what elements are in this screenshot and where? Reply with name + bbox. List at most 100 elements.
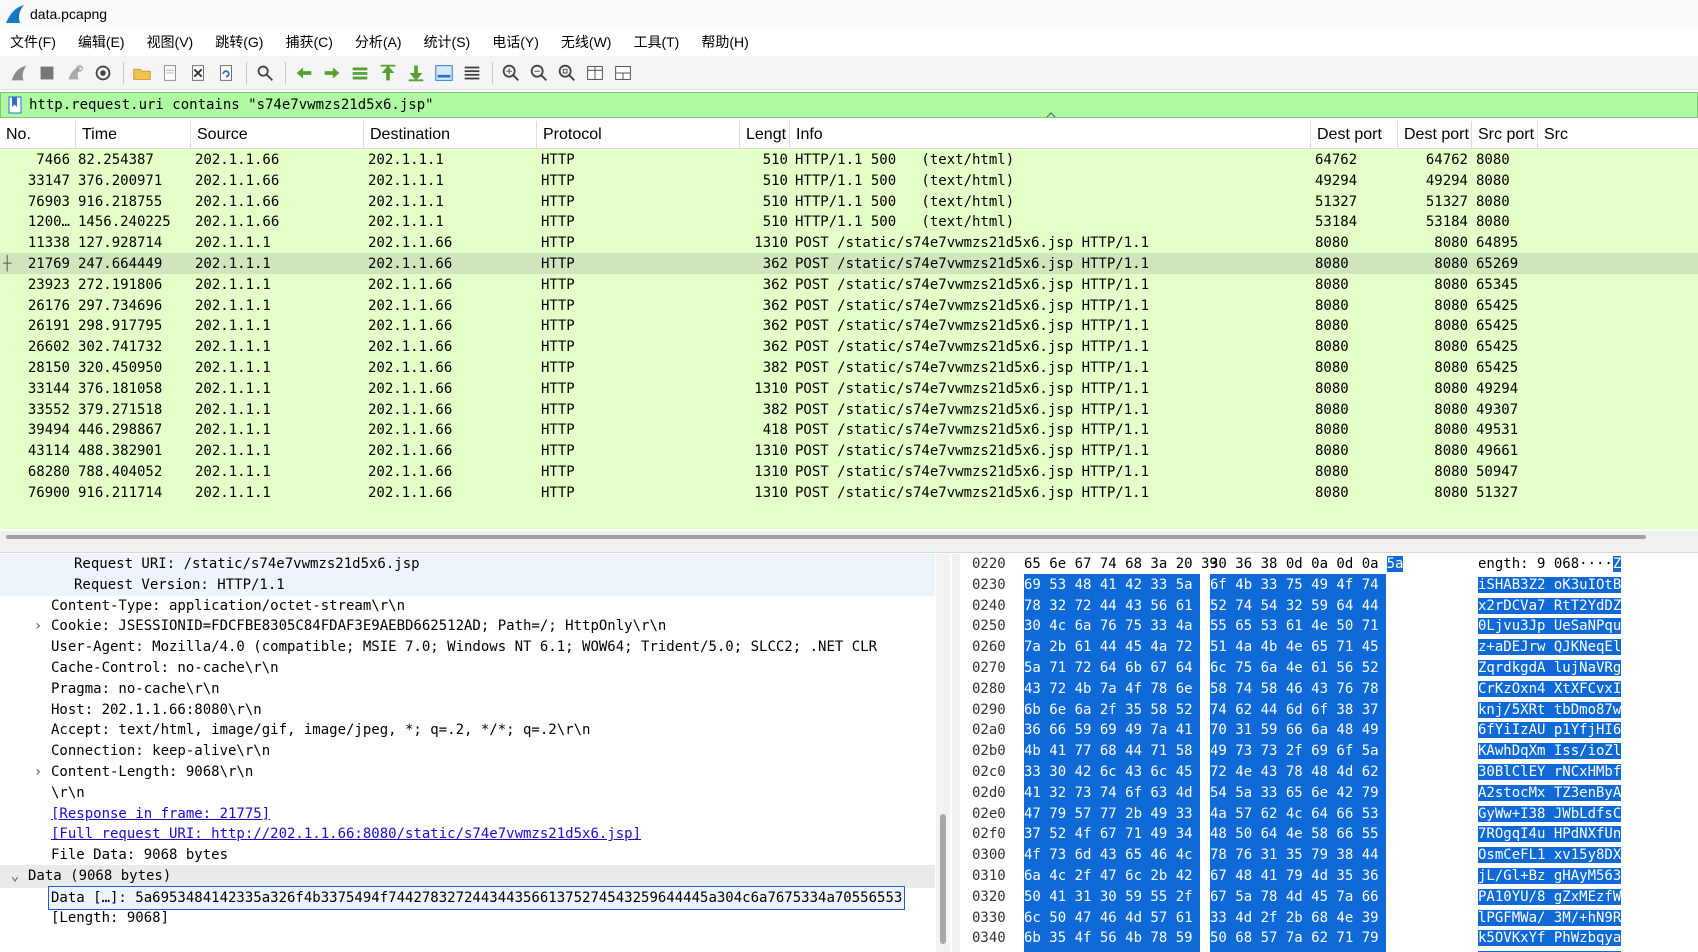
packet-row[interactable]: 26176 297.734696 202.1.1.1 202.1.1.66 HTTP 36… — [0, 294, 1698, 318]
hex-row[interactable]: 02d0 41 32 73 74 6f 63 4d 78 54 5a 33 65 6… — [962, 781, 1698, 805]
detail-link[interactable]: [Response in frame: 21775] — [51, 803, 270, 825]
packet-row[interactable]: 33144 376.181058 202.1.1.1 202.1.1.66 HTTP 13… — [0, 377, 1698, 401]
forward-arrow-icon[interactable] — [319, 60, 345, 86]
detail-row[interactable]: [Length: 9068] — [0, 907, 935, 930]
detail-row[interactable]: › Content-Length: 9068\r\n — [0, 761, 935, 784]
hex-bytes-left[interactable]: 65 6e 67 74 68 3a 20 39 — [1024, 554, 1218, 575]
menu-item-8[interactable]: 无线(W) — [561, 32, 612, 52]
hex-bytes-right[interactable]: 49 73 73 2f 69 6f 5a 6c — [1210, 740, 1404, 763]
ascii-text[interactable]: PA10YU/8 gZxMEzfW — [1478, 886, 1638, 908]
menu-item-0[interactable]: 文件(F) — [10, 32, 56, 52]
ascii-text[interactable]: KAwhDqXm Iss/ioZl — [1478, 740, 1638, 762]
hex-bytes-right[interactable]: 55 65 53 61 4e 50 71 75 — [1210, 615, 1404, 638]
menu-item-2[interactable]: 视图(V) — [147, 32, 194, 52]
autoscroll-icon[interactable] — [431, 60, 457, 86]
ascii-text[interactable]: CrKzOxn4 XtXFCvxI — [1478, 678, 1638, 700]
scroll-thumb[interactable] — [6, 535, 1646, 539]
hex-row[interactable]: 0270 5a 71 72 64 6b 67 64 41 6c 75 6a 4e 6… — [962, 657, 1698, 680]
hex-row[interactable]: 02e0 47 79 57 77 2b 49 33 38 4a 57 62 4c 6… — [962, 802, 1698, 826]
hex-bytes-right[interactable]: 67 48 41 79 4d 35 36 33 — [1210, 865, 1404, 887]
ascii-text[interactable]: 7ROgqI4u HPdNXfUn — [1478, 823, 1638, 845]
packet-row[interactable]: 28150 320.450950 202.1.1.1 202.1.1.66 HTTP 38… — [0, 357, 1698, 380]
column-header-source[interactable]: Source — [191, 121, 364, 149]
hex-row[interactable]: 0330 6c 50 47 46 4d 57 61 2f 33 4d 2f 2b 6… — [962, 906, 1698, 930]
hex-bytes-left[interactable]: 7a 2b 61 44 45 4a 72 77 — [1024, 636, 1218, 659]
go-to-packet-icon[interactable] — [347, 60, 373, 86]
hex-bytes-left[interactable]: 36 66 59 69 49 7a 41 55 — [1024, 719, 1218, 742]
detail-row[interactable]: Host: 202.1.1.66:8080\r\n — [0, 699, 935, 722]
column-header-src-port[interactable]: Src port — [1472, 121, 1538, 149]
menu-item-9[interactable]: 工具(T) — [633, 32, 679, 52]
hex-bytes-right[interactable]: 6c 75 6a 4e 61 56 52 67 — [1210, 657, 1404, 679]
packet-row[interactable]: ┼ 21769 247.664449 202.1.1.1 202.1.1.66 HTTP 3… — [0, 253, 1698, 276]
detail-row[interactable]: Request URI: /static/s74e7vwmzs21d5x6.js… — [0, 554, 935, 576]
hex-bytes-left[interactable]: 5a 71 72 64 6b 67 64 41 — [1024, 657, 1218, 679]
ascii-text[interactable]: ZqrdkgdA lujNaVRg — [1478, 657, 1638, 679]
detail-row[interactable]: ⌄ Data (9068 bytes) — [0, 865, 935, 888]
close-file-icon[interactable] — [185, 60, 211, 86]
packet-row[interactable]: 26191 298.917795 202.1.1.1 202.1.1.66 HTTP 36… — [0, 315, 1698, 338]
column-header-dest-port[interactable]: Dest port — [1311, 121, 1398, 149]
detail-link[interactable]: [Full request URI: http://202.1.1.66:808… — [51, 823, 641, 845]
hex-bytes-right[interactable]: 78 76 31 35 79 38 44 58 — [1210, 844, 1404, 867]
menu-item-5[interactable]: 分析(A) — [355, 32, 402, 52]
column-header-info[interactable]: Info — [790, 121, 1311, 149]
ascii-text[interactable]: A2stocMx TZ3enByA — [1478, 782, 1638, 804]
packet-list-horizontal-scrollbar[interactable] — [0, 531, 1698, 543]
packet-row[interactable]: 33552 379.271518 202.1.1.1 202.1.1.66 HTTP 38… — [0, 398, 1698, 422]
ascii-text[interactable]: 30BlClEY rNCxHMbf — [1478, 761, 1638, 783]
colorize-icon[interactable] — [459, 60, 485, 86]
hex-row[interactable]: 0300 4f 73 6d 43 65 46 4c 31 78 76 31 35 7… — [962, 844, 1698, 867]
zoom-out-icon[interactable] — [526, 60, 552, 86]
packet-row[interactable]: 43114 488.382901 202.1.1.1 202.1.1.66 HTTP 13… — [0, 440, 1698, 463]
hex-bytes-right[interactable]: 58 74 58 46 43 76 78 49 — [1210, 677, 1404, 700]
hex-bytes-left[interactable]: 47 79 57 77 2b 49 33 38 — [1024, 802, 1218, 825]
packet-row[interactable]: 11338 127.928714 202.1.1.1 202.1.1.66 HTTP 13… — [0, 232, 1698, 255]
detail-row[interactable]: \r\n — [0, 782, 935, 805]
column-header-dest-port-2[interactable]: Dest port — [1398, 121, 1472, 149]
hex-bytes-left[interactable]: 33 30 42 6c 43 6c 45 59 — [1024, 761, 1218, 783]
open-folder-icon[interactable] — [129, 60, 155, 86]
hex-bytes-left[interactable]: 4b 41 77 68 44 71 58 6d — [1024, 740, 1218, 763]
detail-row[interactable]: Content-Type: application/octet-stream\r… — [0, 595, 935, 618]
hex-bytes-left[interactable]: 30 4c 6a 76 75 33 4a 70 — [1024, 615, 1218, 638]
hex-row[interactable]: 0230 69 53 48 41 42 33 5a 32 6f 4b 33 75 4… — [962, 573, 1698, 597]
column-header-length[interactable]: Lengt — [740, 121, 790, 149]
display-filter-input[interactable]: http.request.uri contains "s74e7vwmzs21d… — [29, 97, 434, 113]
detail-row[interactable]: Cache-Control: no-cache\r\n — [0, 657, 935, 680]
ascii-text[interactable]: 6fYiIzAU p1YfjHI6 — [1478, 719, 1638, 741]
detail-row[interactable]: Data […]: 5a6953484142335a326f4b3375494f… — [0, 885, 935, 910]
hex-bytes-right[interactable]: 70 31 59 66 6a 48 49 36 — [1210, 719, 1404, 742]
hex-bytes-left[interactable]: 6b 35 4f 56 4b 78 59 66 — [1024, 927, 1218, 950]
menu-item-10[interactable]: 帮助(H) — [701, 32, 748, 52]
stop-icon[interactable] — [34, 60, 60, 86]
column-header-src[interactable]: Src — [1538, 121, 1698, 149]
column-header-no[interactable]: No. — [0, 121, 76, 149]
menu-item-3[interactable]: 跳转(G) — [215, 32, 263, 52]
packet-row[interactable]: 1200… 1456.240225 202.1.1.66 202.1.1.1 HTTP 5… — [0, 211, 1698, 234]
hex-bytes-right[interactable]: 48 50 64 4e 58 66 55 6e — [1210, 823, 1404, 846]
ascii-text[interactable]: 0+Z4gqeQ li6uGUmg — [1478, 948, 1638, 952]
hex-bytes-right[interactable]: 6c 69 36 75 47 55 6d 67 — [1210, 948, 1404, 952]
hex-row[interactable]: 02a0 36 66 59 69 49 7a 41 55 70 31 59 66 6… — [962, 719, 1698, 742]
detail-row[interactable]: [Full request URI: http://202.1.1.66:808… — [0, 823, 935, 846]
menu-item-4[interactable]: 捕获(C) — [285, 32, 332, 52]
hex-bytes-right[interactable]: 6f 4b 33 75 49 4f 74 42 — [1210, 573, 1404, 596]
packet-row[interactable]: 26602 302.741732 202.1.1.1 202.1.1.66 HTTP 36… — [0, 336, 1698, 359]
normal-size-icon[interactable] — [554, 60, 580, 86]
hex-bytes-right[interactable]: 72 4e 43 78 48 4d 62 66 — [1210, 761, 1404, 783]
hex-bytes-left[interactable]: 41 32 73 74 6f 63 4d 78 — [1024, 781, 1218, 804]
hex-bytes-right[interactable]: 30 36 38 0d 0a 0d 0a 5a — [1210, 554, 1404, 575]
pane-splitter[interactable] — [0, 543, 1698, 553]
shark-fin-start-icon[interactable] — [6, 60, 32, 86]
expand-down-icon[interactable]: ⌄ — [8, 865, 22, 887]
column-header-protocol[interactable]: Protocol — [537, 121, 740, 149]
hex-bytes-left[interactable]: 30 2b 5a 34 67 71 65 51 — [1024, 948, 1218, 952]
expand-right-icon[interactable]: › — [31, 761, 45, 783]
hex-row[interactable]: 0350 30 2b 5a 34 67 71 65 516c 69 36 75 4… — [962, 948, 1698, 952]
packet-row[interactable]: 39494 446.298867 202.1.1.1 202.1.1.66 HTTP 41… — [0, 419, 1698, 442]
hex-bytes-right[interactable]: 74 62 44 6d 6f 38 37 77 — [1210, 698, 1404, 721]
detail-row[interactable]: Request Version: HTTP/1.1 — [0, 573, 935, 597]
ascii-text[interactable]: k5OVKxYf PhWzbqya — [1478, 927, 1638, 949]
menu-item-1[interactable]: 编辑(E) — [78, 32, 125, 52]
